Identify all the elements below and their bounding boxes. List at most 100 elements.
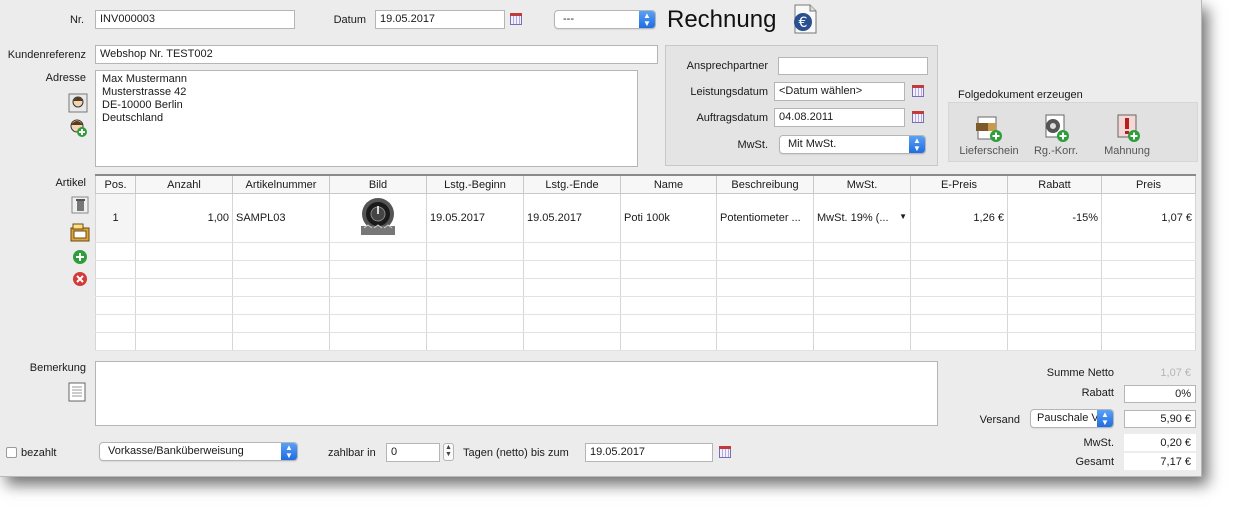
column-header[interactable]: Lstg.-Ende	[523, 174, 621, 194]
kundenreferenz-label: Kundenreferenz	[7, 49, 86, 61]
adresse-line: Musterstrasse 42	[102, 86, 187, 98]
add-row-icon[interactable]	[72, 249, 88, 265]
rg-korr-button[interactable]: Rg.-Korr.	[1021, 111, 1091, 157]
versand-select[interactable]: Pauschale V ▲ ▼	[1030, 409, 1114, 428]
cell-name[interactable]: Poti 100k	[620, 193, 717, 243]
table-row-empty	[95, 332, 1196, 351]
folgedokument-panel: Lieferschein Rg.-Korr. Mahnung	[948, 102, 1198, 162]
kundenreferenz-field[interactable]: Webshop Nr. TEST002	[95, 45, 658, 64]
tagen-label: Tagen (netto) bis zum	[463, 447, 569, 459]
details-panel: Ansprechpartner Leistungsdatum <Datum wä…	[665, 45, 938, 166]
auftragsdatum-label: Auftragsdatum	[696, 112, 768, 124]
column-header[interactable]: Artikelnummer	[232, 174, 330, 194]
lieferschein-button[interactable]: Lieferschein	[954, 111, 1024, 157]
gesamt-label: Gesamt	[1075, 456, 1114, 468]
due-date-calendar-icon[interactable]	[719, 446, 731, 458]
table-row-empty	[95, 314, 1196, 333]
column-header[interactable]: Anzahl	[135, 174, 233, 194]
chevron-updown-icon: ▲ ▼	[639, 11, 655, 28]
bezahlt-checkbox[interactable]	[6, 447, 17, 458]
auftragsdatum-calendar-icon[interactable]	[912, 111, 924, 123]
mwst-total-label: MwSt.	[1083, 437, 1114, 449]
cell-beschreibung[interactable]: Potentiometer ...	[716, 193, 814, 243]
column-header[interactable]: Preis	[1101, 174, 1196, 194]
cell-rabatt[interactable]: -15%	[1007, 193, 1102, 243]
adresse-label: Adresse	[45, 72, 86, 84]
auftragsdatum-field[interactable]: 04.08.2011	[774, 108, 905, 127]
adresse-line: Deutschland	[102, 112, 164, 124]
leistungsdatum-label: Leistungsdatum	[690, 86, 768, 98]
chevron-updown-icon: ▲ ▼	[909, 136, 925, 153]
adresse-line: DE-10000 Berlin	[102, 99, 183, 111]
mahnung-button[interactable]: Mahnung	[1092, 111, 1162, 157]
datum-field[interactable]: 19.05.2017	[375, 10, 505, 29]
leistungsdatum-calendar-icon[interactable]	[912, 85, 924, 97]
ansprechpartner-label: Ansprechpartner	[686, 60, 768, 72]
table-row-empty	[95, 242, 1196, 261]
rabatt-field[interactable]: 0%	[1124, 385, 1196, 403]
versand-label: Versand	[979, 414, 1020, 426]
column-header[interactable]: Name	[620, 174, 717, 194]
bemerkung-label: Bemerkung	[29, 362, 86, 374]
due-date-field[interactable]: 19.05.2017	[585, 443, 713, 462]
remove-row-icon[interactable]	[72, 271, 88, 287]
mahnung-icon	[1117, 114, 1140, 142]
ansprechpartner-field[interactable]	[778, 57, 928, 75]
table-row-empty	[95, 278, 1196, 297]
summe-netto-label: Summe Netto	[1046, 367, 1114, 379]
cell-mwst-value: MwSt. 19% (...	[817, 212, 889, 224]
versand-select-value: Pauschale V	[1037, 412, 1099, 424]
cell-lstg-ende[interactable]: 19.05.2017	[523, 193, 621, 243]
lieferschein-label: Lieferschein	[959, 145, 1019, 157]
chevron-updown-icon: ▲ ▼	[1097, 410, 1113, 427]
leistungsdatum-field[interactable]: <Datum wählen>	[774, 82, 905, 101]
cell-e-preis[interactable]: 1,26 €	[910, 193, 1008, 243]
column-header[interactable]: Bild	[329, 174, 427, 194]
cell-artikelnummer[interactable]: SAMPL03	[232, 193, 330, 243]
versand-field[interactable]: 5,90 €	[1124, 410, 1196, 428]
product-box-icon[interactable]	[70, 222, 90, 242]
datum-label: Datum	[333, 14, 366, 26]
payment-method-value: Vorkasse/Banküberweisung	[108, 445, 244, 457]
table-header-row: Pos. Anzahl Artikelnummer Bild Lstg.-Beg…	[95, 174, 1196, 194]
column-header[interactable]: Beschreibung	[716, 174, 814, 194]
rg-korr-icon	[1045, 114, 1069, 142]
gesamt-value: 7,17 €	[1124, 453, 1196, 470]
zahlbar-days-field[interactable]: 0	[386, 443, 440, 462]
table-row-empty	[95, 296, 1196, 315]
cell-anzahl[interactable]: 1,00	[135, 193, 233, 243]
nr-field[interactable]: INV000003	[95, 10, 295, 29]
mwst-select[interactable]: Mit MwSt. ▲ ▼	[779, 135, 926, 154]
column-header[interactable]: Lstg.-Beginn	[426, 174, 524, 194]
column-header[interactable]: Rabatt	[1007, 174, 1102, 194]
type-select[interactable]: --- ▲ ▼	[554, 10, 656, 29]
bemerkung-field[interactable]	[95, 361, 938, 426]
cell-pos[interactable]: 1	[95, 193, 136, 243]
lieferschein-icon	[976, 116, 1002, 142]
articles-table[interactable]: Pos. Anzahl Artikelnummer Bild Lstg.-Beg…	[95, 174, 1196, 351]
add-contact-icon[interactable]	[68, 118, 88, 138]
column-header[interactable]: E-Preis	[910, 174, 1008, 194]
adresse-line: Max Mustermann	[102, 73, 187, 85]
note-document-icon[interactable]	[68, 382, 86, 402]
contact-person-icon[interactable]	[68, 93, 88, 113]
mwst-label: MwSt.	[737, 139, 768, 151]
cell-preis[interactable]: 1,07 €	[1101, 193, 1196, 243]
days-stepper[interactable]: ▲ ▼	[443, 443, 454, 461]
chevron-updown-icon: ▲ ▼	[281, 443, 297, 460]
dropdown-arrow-icon: ▼	[899, 212, 907, 221]
cell-bild[interactable]	[329, 193, 427, 243]
column-header[interactable]: Pos.	[95, 174, 136, 194]
adresse-field[interactable]: Max Mustermann Musterstrasse 42 DE-10000…	[95, 70, 638, 167]
trash-icon[interactable]	[70, 195, 90, 215]
cell-mwst[interactable]: MwSt. 19% (... ▼	[813, 193, 911, 243]
payment-method-select[interactable]: Vorkasse/Banküberweisung ▲ ▼	[99, 442, 298, 461]
rabatt-label: Rabatt	[1081, 387, 1114, 399]
mwst-select-value: Mit MwSt.	[788, 138, 837, 150]
table-row[interactable]: 1 1,00 SAMPL03 19.05.2017 19.05.2017 Pot…	[95, 193, 1196, 243]
rg-korr-label: Rg.-Korr.	[1033, 145, 1078, 157]
cell-lstg-beginn[interactable]: 19.05.2017	[426, 193, 524, 243]
artikel-label: Artikel	[55, 177, 86, 189]
datum-calendar-icon[interactable]	[510, 13, 522, 25]
column-header[interactable]: MwSt.	[813, 174, 911, 194]
